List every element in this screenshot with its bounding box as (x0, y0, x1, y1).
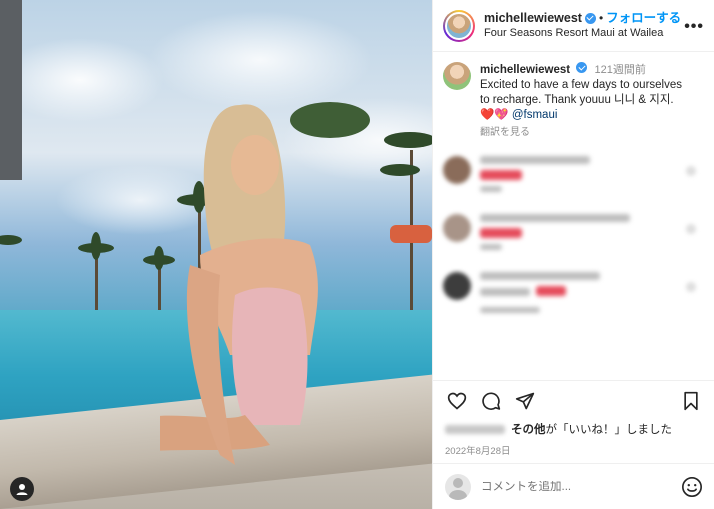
person-in-swimsuit (160, 104, 318, 465)
comment-avatar[interactable] (443, 272, 471, 300)
caption-username[interactable]: michellewiewest (480, 64, 570, 76)
post-actions: その他 が「いいね！」しました 2022年8月28日 (433, 380, 714, 457)
post-header: michellewiewest • フォローする Four Seasons Re… (433, 0, 714, 52)
emoji-icon[interactable] (681, 476, 703, 498)
share-icon[interactable] (513, 389, 537, 413)
caption: michellewiewest 121週間前 Excited to have a… (443, 62, 704, 140)
comment-icon[interactable] (479, 389, 503, 413)
author-avatar[interactable] (443, 9, 475, 42)
comment-avatar[interactable] (443, 214, 471, 242)
verified-badge-icon (576, 62, 588, 73)
likes-suffix: が「いいね！」しました (545, 424, 673, 436)
user-tag-icon[interactable] (10, 477, 34, 501)
likes-summary: その他 が「いいね！」しました (445, 421, 703, 437)
mention-link[interactable]: @fsmaui (512, 109, 558, 121)
location-link[interactable]: Four Seasons Resort Maui at Wailea (484, 26, 681, 41)
translate-link[interactable]: 翻訳を見る (480, 125, 700, 140)
comment-item (443, 214, 704, 256)
current-user-avatar-icon (445, 473, 471, 500)
caption-avatar[interactable] (443, 62, 471, 90)
caption-text-line2: to recharge. Thank youuu 니니 & 지지. (480, 94, 674, 106)
verified-badge-icon (584, 12, 596, 24)
follow-button[interactable]: フォローする (606, 11, 681, 26)
bookmark-icon[interactable] (679, 389, 703, 413)
comment-like-icon[interactable] (686, 282, 696, 292)
comment-like-icon[interactable] (686, 224, 696, 234)
comment-like-icon[interactable] (686, 166, 696, 176)
comments-section[interactable]: michellewiewest 121週間前 Excited to have a… (433, 52, 714, 372)
instagram-post: michellewiewest • フォローする Four Seasons Re… (0, 0, 714, 509)
post-side-panel: michellewiewest • フォローする Four Seasons Re… (432, 0, 714, 509)
caption-text-line1: Excited to have a few days to ourselves (480, 79, 682, 91)
separator-dot: • (598, 10, 604, 25)
more-options-icon[interactable]: ••• (684, 18, 704, 36)
comment-item (443, 272, 704, 319)
post-date[interactable]: 2022年8月28日 (445, 443, 703, 457)
add-comment-bar (433, 463, 714, 509)
heart-icon[interactable] (445, 389, 469, 413)
liked-by-user[interactable] (445, 424, 505, 434)
caption-hearts: ❤️💖 (480, 109, 509, 121)
comment-avatar[interactable] (443, 156, 471, 184)
caption-time[interactable]: 121週間前 (595, 64, 646, 76)
comment-item (443, 156, 704, 198)
author-username[interactable]: michellewiewest (484, 11, 582, 26)
comment-input[interactable] (481, 480, 681, 493)
post-photo[interactable] (0, 0, 432, 509)
likes-others-link[interactable]: その他 (511, 421, 546, 437)
